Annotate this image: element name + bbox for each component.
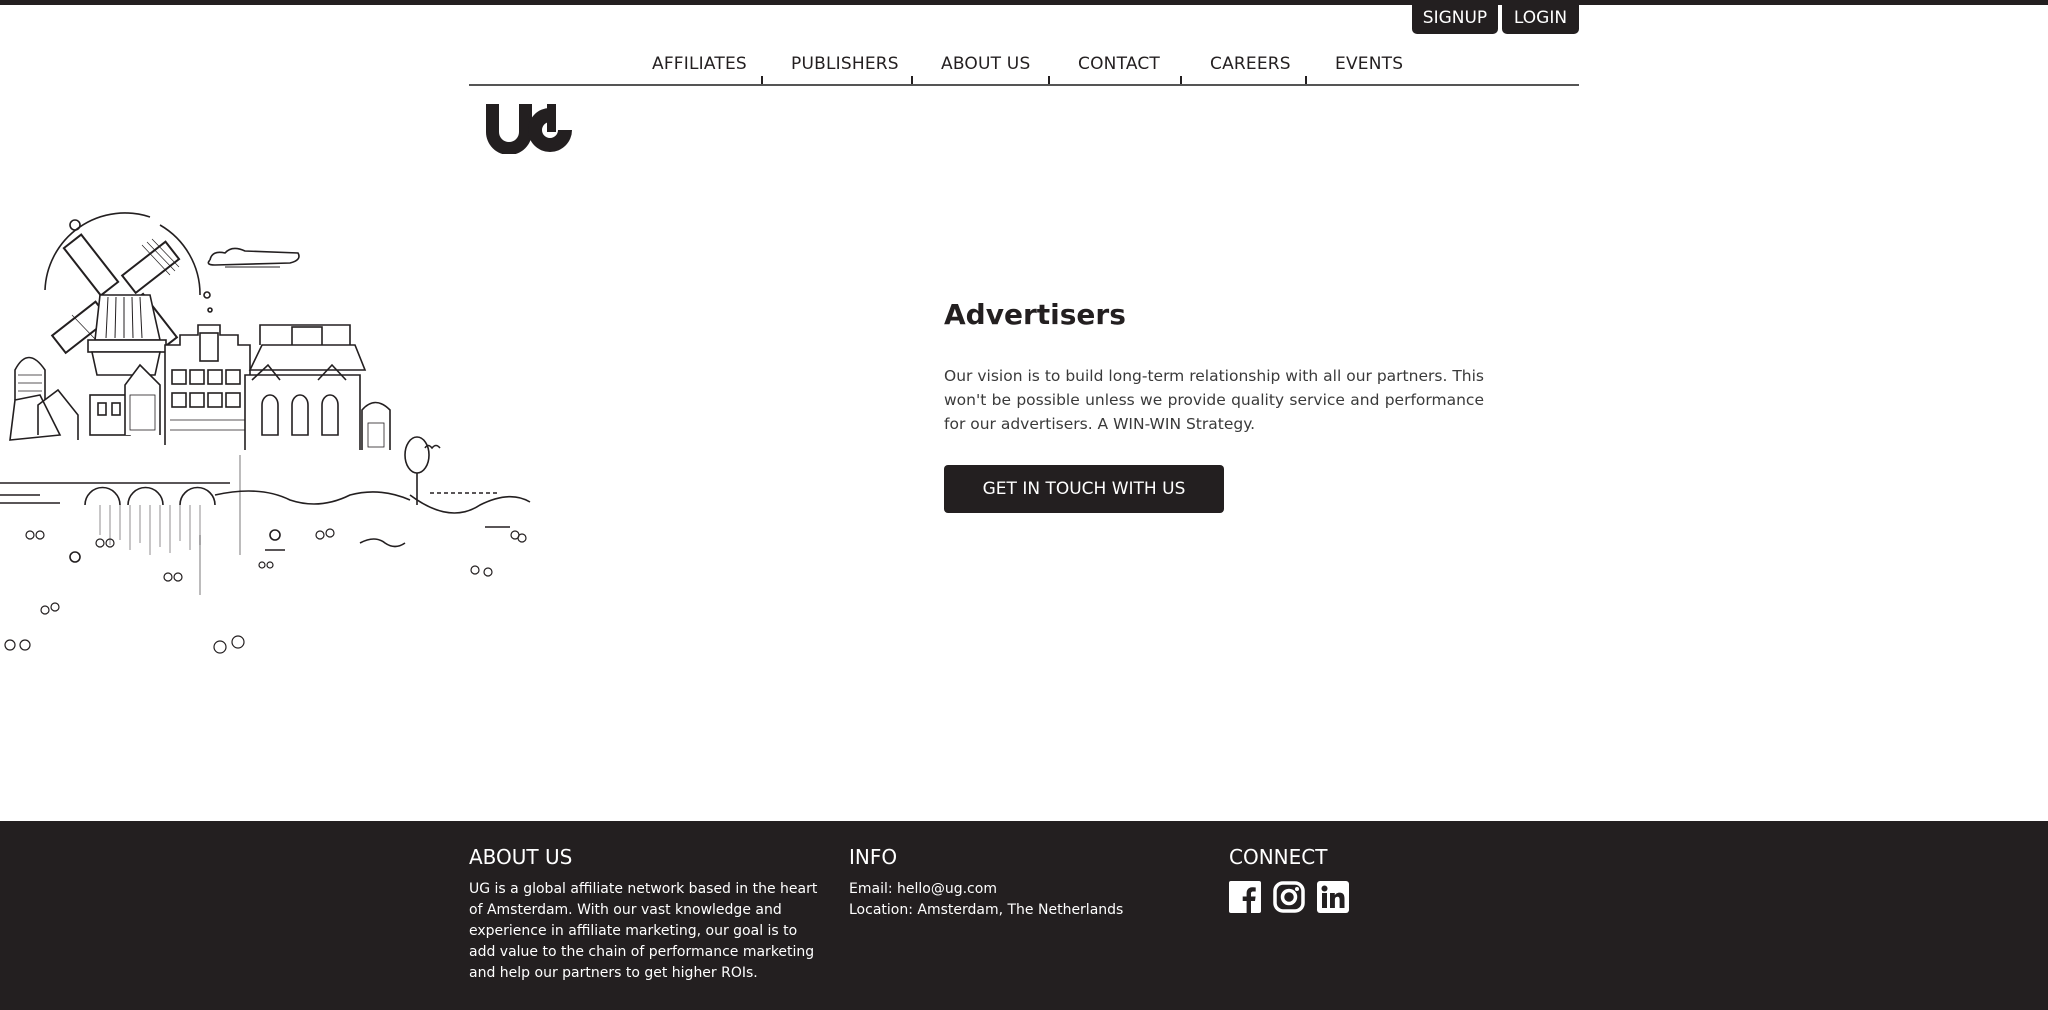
nav-item-events[interactable]: EVENTS (1335, 54, 1403, 74)
footer-location: Location: Amsterdam, The Netherlands (849, 902, 1124, 918)
ug-logo[interactable] (484, 102, 574, 154)
nav-separator (1305, 76, 1307, 84)
linkedin-icon[interactable] (1317, 881, 1349, 913)
nav-item-about-us[interactable]: ABOUT US (941, 54, 1030, 74)
main-nav: AFFILIATES PUBLISHERS ABOUT US CONTACT C… (469, 46, 1579, 86)
footer-about-text: UG is a global affiliate network based i… (469, 881, 818, 981)
nav-item-publishers[interactable]: PUBLISHERS (791, 54, 899, 74)
signup-button[interactable]: SIGNUP (1412, 2, 1498, 34)
page-title: Advertisers (944, 298, 1126, 331)
amsterdam-skyline-illustration (0, 212, 531, 654)
nav-separator (911, 76, 913, 84)
instagram-icon[interactable] (1273, 881, 1305, 913)
nav-separator (761, 76, 763, 84)
facebook-icon[interactable] (1229, 881, 1261, 913)
nav-item-affiliates[interactable]: AFFILIATES (652, 54, 747, 74)
nav-item-contact[interactable]: CONTACT (1078, 54, 1160, 74)
footer: ABOUT US UG is a global affiliate networ… (0, 821, 2048, 1010)
top-bar (0, 0, 2048, 5)
footer-info-title: INFO (849, 845, 898, 869)
hero-description: Our vision is to build long-term relatio… (944, 367, 1484, 433)
footer-email[interactable]: Email: hello@ug.com (849, 879, 997, 900)
nav-item-careers[interactable]: CAREERS (1210, 54, 1291, 74)
login-button[interactable]: LOGIN (1502, 2, 1579, 34)
nav-separator (1180, 76, 1182, 84)
footer-about-title: ABOUT US (469, 845, 573, 869)
get-in-touch-button[interactable]: GET IN TOUCH WITH US (944, 465, 1224, 513)
nav-separator (1048, 76, 1050, 84)
footer-connect-title: CONNECT (1229, 845, 1328, 869)
